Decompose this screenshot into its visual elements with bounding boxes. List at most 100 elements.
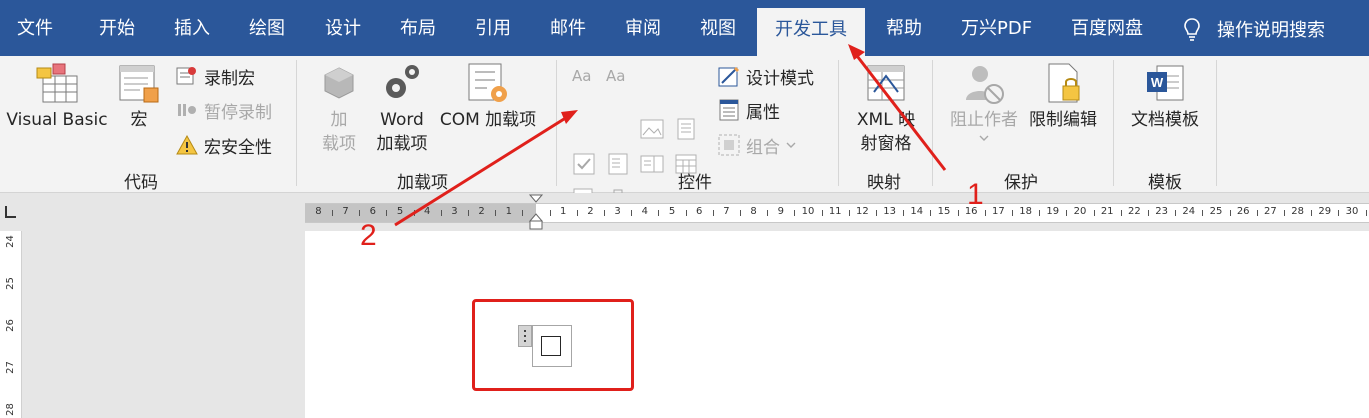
tell-me-search[interactable]: 操作说明搜索	[1183, 14, 1325, 44]
restrict-editing-label: 限制编辑	[1029, 110, 1097, 130]
pause-icon	[178, 104, 196, 116]
block-authors-button[interactable]: 阻止作者	[944, 62, 1024, 142]
ruler-tick-label: 6	[696, 206, 703, 217]
tab-baidu-netdisk[interactable]: 百度网盘	[1071, 0, 1143, 56]
tab-design[interactable]: 设计	[325, 0, 361, 56]
ruler-tick-label: 8	[315, 206, 322, 217]
ruler-tick	[332, 210, 333, 216]
visual-basic-button[interactable]: Visual Basic	[4, 62, 110, 132]
addins-button[interactable]: 加 载项	[314, 62, 364, 156]
ruler-tick-label: 6	[369, 206, 376, 217]
annotation-number-2: 2	[360, 219, 377, 252]
ruler-tick-label: 2	[478, 206, 485, 217]
ruler-tick-label: 3	[614, 206, 621, 217]
design-mode-button[interactable]: 设计模式	[718, 63, 814, 89]
com-addins-icon	[468, 63, 507, 102]
ruler-tick	[1012, 210, 1013, 216]
ruler-tick	[1229, 210, 1231, 216]
building-block-icon[interactable]	[674, 118, 698, 140]
group-divider	[556, 60, 557, 186]
ruler-tick-label: 7	[342, 206, 349, 217]
macro-security-label: 宏安全性	[204, 137, 272, 158]
ruler-tick	[1365, 210, 1367, 216]
tab-references[interactable]: 引用	[475, 0, 511, 56]
document-page[interactable]	[305, 231, 1369, 418]
chevron-down-icon	[786, 142, 796, 148]
picture-control-icon[interactable]	[640, 118, 664, 140]
rich-text-control-button[interactable]: Aa	[572, 63, 591, 89]
combo-box-control-icon[interactable]	[606, 153, 630, 175]
restrict-editing-button[interactable]: 限制编辑	[1024, 62, 1102, 132]
drop-down-list-control-icon[interactable]	[640, 153, 664, 175]
tab-view[interactable]: 视图	[700, 0, 736, 56]
gears-icon	[386, 65, 419, 98]
vertical-ruler-label: 24	[4, 235, 16, 248]
block-authors-label: 阻止作者	[950, 110, 1018, 130]
tell-me-label: 操作说明搜索	[1217, 20, 1325, 41]
ruler-tick-label: 5	[396, 206, 404, 217]
ruler-tick	[1093, 210, 1095, 216]
ruler-tick	[794, 210, 796, 216]
word-addins-label: Word 加载项	[376, 110, 428, 154]
properties-button[interactable]: 属性	[718, 97, 780, 123]
block-authors-icon	[966, 66, 1004, 104]
com-addins-button[interactable]: COM 加载项	[434, 62, 542, 132]
ruler-tick-label: 28	[1291, 206, 1304, 217]
ruler-tick-label: 25	[1209, 206, 1223, 217]
tab-draw[interactable]: 绘图	[249, 0, 285, 56]
ruler-tick-label: 15	[937, 206, 951, 217]
macros-button[interactable]: 宏	[112, 62, 166, 132]
pause-recording-button[interactable]: 暂停录制	[176, 97, 272, 123]
macro-security-button[interactable]: 宏安全性	[176, 132, 272, 158]
group-icon	[718, 134, 740, 156]
page-left-gray-area	[22, 231, 305, 418]
tab-stop-selector-icon[interactable]	[0, 201, 22, 223]
ruler-tick	[522, 210, 524, 216]
ruler-tick	[1066, 210, 1068, 216]
tab-help[interactable]: 帮助	[886, 0, 922, 56]
xml-mapping-pane-button[interactable]: XML 映 射窗格	[848, 62, 924, 156]
ruler-tick	[1284, 210, 1285, 216]
tab-layout[interactable]: 布局	[400, 0, 436, 56]
xml-mapping-icon	[867, 65, 905, 101]
tab-home[interactable]: 开始	[99, 0, 135, 56]
ruler-tick-label: 4	[641, 206, 648, 217]
tab-mailings[interactable]: 邮件	[550, 0, 586, 56]
ruler-tick	[903, 210, 905, 216]
ruler-tick-label: 19	[1046, 206, 1060, 217]
ruler-tick	[984, 210, 986, 216]
tab-review[interactable]: 审阅	[625, 0, 661, 56]
ruler-tick	[1311, 210, 1313, 216]
annotation-number-1: 1	[967, 178, 984, 211]
ruler-tick-label: 30	[1345, 206, 1359, 217]
tab-developer[interactable]: 开发工具	[757, 8, 865, 56]
properties-icon	[719, 99, 739, 121]
ruler-tick-label: 1	[505, 206, 512, 217]
tab-wondershare-pdf[interactable]: 万兴PDF	[961, 0, 1032, 56]
tab-file[interactable]: 文件	[17, 0, 53, 56]
ruler-tick-label: 9	[777, 206, 784, 217]
word-addins-button[interactable]: Word 加载项	[372, 62, 432, 156]
highlight-box	[472, 299, 634, 391]
vertical-ruler[interactable]: 24 25 26 27 28	[0, 231, 22, 418]
plain-text-control-button[interactable]: Aa	[606, 63, 625, 89]
ruler-tick-label: 8	[750, 206, 757, 217]
ruler-tick	[413, 210, 415, 216]
record-macro-button[interactable]: 录制宏	[176, 63, 255, 89]
ruler-tick	[1148, 210, 1149, 216]
ruler-tick	[468, 210, 469, 216]
pause-recording-label: 暂停录制	[204, 102, 272, 123]
macros-label: 宏	[130, 110, 148, 130]
visual-basic-label: Visual Basic	[6, 110, 108, 130]
indent-markers-icon[interactable]	[527, 193, 545, 231]
tab-insert[interactable]: 插入	[174, 0, 210, 56]
group-button[interactable]: 组合	[718, 132, 796, 158]
group-label-mapping: 映射	[867, 173, 901, 193]
horizontal-ruler[interactable]: 8 7 6 5 4 3 2 1 1 2 3 4 5 6 7 8 9 10 11 12 13 14 15 16 17 18 19 20 2…	[305, 203, 1369, 223]
ruler-tick-label: 1	[560, 206, 567, 217]
check-box-control-icon[interactable]	[572, 153, 596, 175]
document-template-button[interactable]: W 文档模板	[1124, 62, 1206, 132]
visual-basic-icon	[36, 63, 78, 103]
ruler-tick-label: 14	[910, 206, 924, 217]
ruler-tick	[767, 210, 769, 216]
